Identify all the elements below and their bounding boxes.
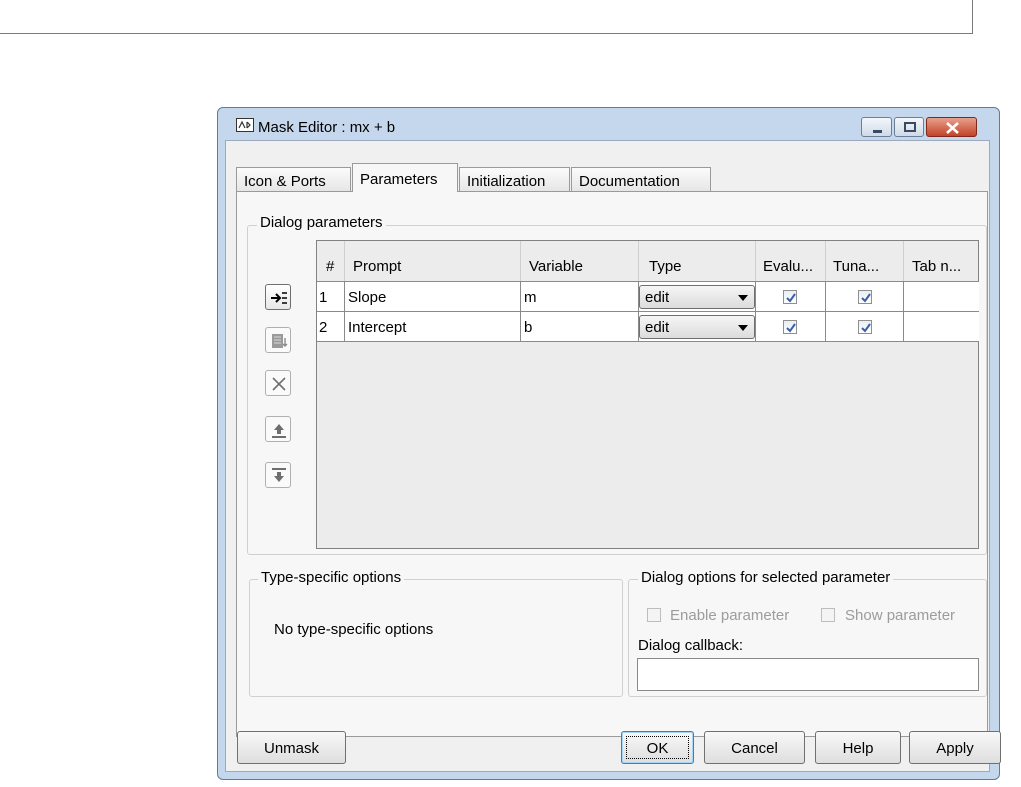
unmask-button[interactable]: Unmask [237, 731, 346, 764]
close-button[interactable] [926, 117, 977, 137]
move-up-button[interactable] [265, 416, 291, 442]
move-up-icon [272, 424, 286, 438]
mask-editor-icon [236, 118, 254, 132]
column-header-type[interactable]: Type [639, 241, 756, 281]
column-header-evaluate[interactable]: Evalu... [756, 241, 826, 281]
add-parameter-button[interactable] [265, 284, 291, 310]
dialog-callback-label: Dialog callback: [638, 637, 744, 654]
type-specific-options-group [249, 579, 623, 697]
tab-documentation[interactable]: Documentation [571, 167, 711, 191]
maximize-button[interactable] [894, 117, 924, 137]
copy-parameter-button[interactable] [265, 327, 291, 353]
tab-parameters[interactable]: Parameters [352, 163, 458, 192]
chevron-down-icon [738, 295, 748, 301]
unmask-label: Unmask [263, 740, 319, 757]
type-specific-options-title: Type-specific options [258, 569, 405, 586]
parameters-table: # Prompt Variable Type Evalu... Tuna... … [316, 240, 979, 549]
variable-cell[interactable]: m [521, 282, 639, 311]
checkmark-icon [786, 293, 796, 303]
tunable-checkbox[interactable] [858, 290, 872, 304]
checkmark-icon [861, 293, 871, 303]
enable-parameter-label: Enable parameter [670, 607, 790, 624]
enable-parameter-checkbox[interactable] [647, 608, 661, 622]
evaluate-checkbox[interactable] [783, 320, 797, 334]
show-parameter-label: Show parameter [845, 607, 956, 624]
help-button[interactable]: Help [815, 731, 901, 764]
column-header-tunable[interactable]: Tuna... [826, 241, 904, 281]
table-row[interactable]: 1 Slope m edit [317, 281, 979, 311]
show-parameter-checkbox[interactable] [821, 608, 835, 622]
delete-parameter-icon [272, 377, 286, 391]
evaluate-checkbox[interactable] [783, 290, 797, 304]
copy-parameter-icon [272, 334, 288, 348]
row-number: 2 [317, 312, 345, 341]
tab-name-cell[interactable] [904, 282, 979, 311]
dialog-callback-input[interactable] [637, 658, 979, 691]
column-header-number[interactable]: # [317, 241, 345, 281]
dialog-options-title: Dialog options for selected parameter [638, 569, 894, 586]
type-dropdown-value: edit [645, 289, 670, 306]
dialog-parameters-title: Dialog parameters [257, 214, 386, 231]
type-dropdown[interactable]: edit [639, 315, 755, 339]
checkmark-icon [786, 323, 796, 333]
prompt-cell[interactable]: Slope [345, 282, 521, 311]
title-bar[interactable]: Mask Editor : mx + b [218, 108, 999, 140]
page-border [0, 0, 973, 34]
checkmark-icon [861, 323, 871, 333]
cancel-button[interactable]: Cancel [704, 731, 805, 764]
no-options-message: No type-specific options [274, 621, 434, 638]
tab-initialization[interactable]: Initialization [459, 167, 570, 191]
tab-icon-ports[interactable]: Icon & Ports [236, 167, 351, 191]
type-dropdown-value: edit [645, 319, 670, 336]
type-dropdown[interactable]: edit [639, 285, 755, 309]
delete-parameter-button[interactable] [265, 370, 291, 396]
table-row[interactable]: 2 Intercept b edit [317, 311, 979, 342]
add-parameter-icon [271, 292, 287, 304]
tunable-checkbox[interactable] [858, 320, 872, 334]
column-header-tab-name[interactable]: Tab n... [904, 241, 979, 281]
prompt-cell[interactable]: Intercept [345, 312, 521, 341]
move-down-icon [272, 468, 286, 482]
chevron-down-icon [738, 325, 748, 331]
ok-button[interactable]: OK [621, 731, 694, 764]
help-label: Help [842, 740, 874, 757]
move-down-button[interactable] [265, 462, 291, 488]
ok-label: OK [646, 740, 669, 757]
column-header-prompt[interactable]: Prompt [345, 241, 521, 281]
tab-name-cell[interactable] [904, 312, 979, 341]
variable-cell[interactable]: b [521, 312, 639, 341]
cancel-label: Cancel [731, 740, 778, 757]
apply-button[interactable]: Apply [909, 731, 1001, 764]
column-header-variable[interactable]: Variable [521, 241, 639, 281]
window-title: Mask Editor : mx + b [258, 119, 396, 136]
apply-label: Apply [936, 740, 974, 757]
minimize-button[interactable] [861, 117, 892, 137]
row-number: 1 [317, 282, 345, 311]
